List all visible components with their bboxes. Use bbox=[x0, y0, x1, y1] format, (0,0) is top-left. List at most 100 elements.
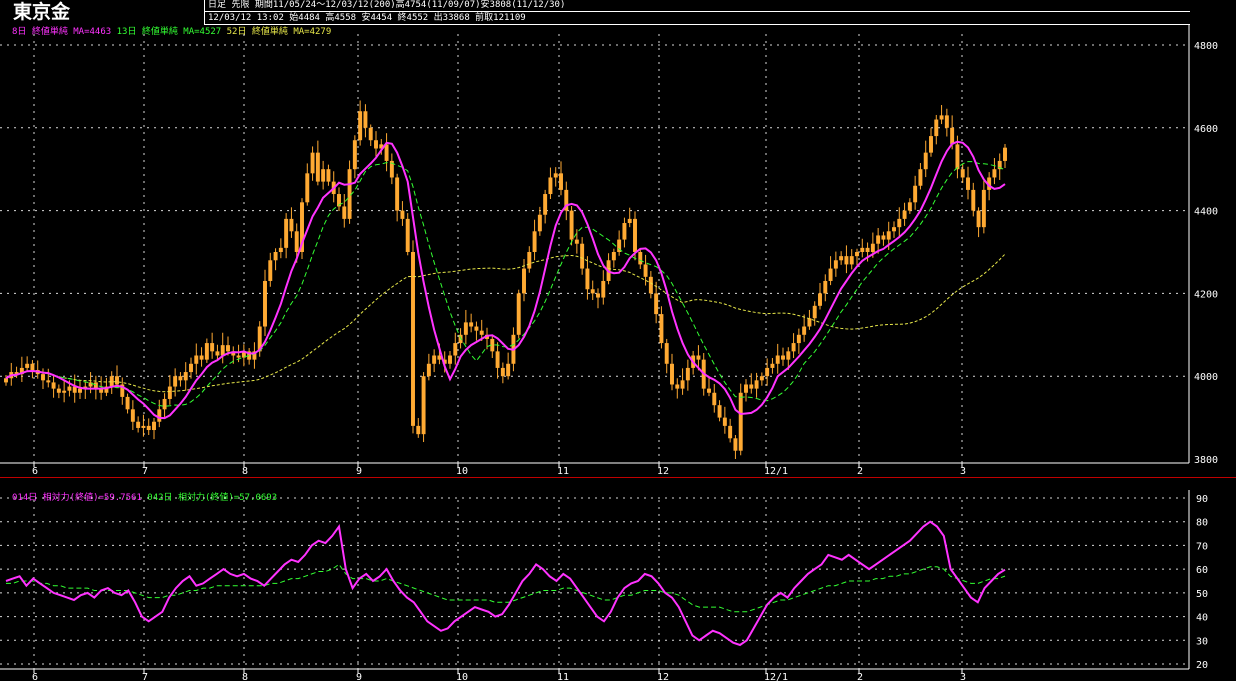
candle-body bbox=[162, 398, 167, 410]
candle-body bbox=[839, 256, 844, 261]
candle-body bbox=[696, 355, 701, 360]
candle-body bbox=[130, 409, 135, 422]
candle-body bbox=[913, 185, 918, 203]
rsi-tick-label: 90 bbox=[1196, 494, 1208, 505]
candle-body bbox=[971, 189, 976, 211]
candle-body bbox=[67, 386, 72, 391]
candle-body bbox=[781, 355, 785, 360]
candle-body bbox=[416, 425, 421, 435]
candle-body bbox=[167, 386, 172, 399]
candle-body bbox=[400, 210, 405, 219]
candle-body bbox=[125, 396, 130, 410]
candle-body bbox=[574, 239, 579, 244]
candle-body bbox=[363, 111, 368, 128]
candle-body bbox=[855, 252, 859, 257]
candle-body bbox=[659, 314, 664, 344]
price-tick-label: 4800 bbox=[1194, 41, 1218, 52]
candle-body bbox=[633, 218, 637, 252]
candle-body bbox=[648, 276, 653, 294]
candle-body bbox=[289, 218, 294, 232]
candle-body bbox=[754, 380, 759, 389]
candle-body bbox=[146, 425, 151, 431]
candle-body bbox=[569, 210, 574, 240]
candle-body bbox=[596, 293, 600, 298]
candle-body bbox=[929, 136, 933, 153]
candle-body bbox=[717, 405, 722, 418]
candle-body bbox=[664, 343, 669, 364]
candle-body bbox=[479, 330, 484, 335]
candle-body bbox=[183, 372, 188, 381]
candle-body bbox=[791, 343, 796, 352]
rsi-x-label: 3 bbox=[960, 672, 966, 681]
candle-body bbox=[865, 247, 870, 252]
candle-body bbox=[707, 388, 711, 393]
candle-body bbox=[601, 280, 606, 298]
rsi-tick-label: 70 bbox=[1196, 541, 1208, 552]
candle-body bbox=[25, 363, 30, 368]
candle-body bbox=[448, 355, 452, 364]
candle-body bbox=[294, 231, 299, 252]
candle-body bbox=[738, 392, 743, 451]
candle-body bbox=[759, 376, 764, 381]
rsi-x-label: 12/1 bbox=[764, 672, 788, 681]
price-tick-label: 4600 bbox=[1194, 124, 1218, 135]
candle-body bbox=[141, 425, 146, 428]
rsi-x-label: 8 bbox=[242, 672, 248, 681]
candle-body bbox=[152, 421, 156, 431]
candle-body bbox=[284, 218, 289, 248]
price-x-label: 10 bbox=[456, 466, 468, 477]
candle-body bbox=[358, 111, 363, 141]
candle-body bbox=[321, 169, 326, 182]
candle-body bbox=[966, 177, 970, 190]
candle-body bbox=[432, 355, 437, 364]
price-x-label: 11 bbox=[557, 466, 569, 477]
candle-body bbox=[643, 264, 648, 277]
candle-body bbox=[405, 218, 410, 252]
candle-body bbox=[823, 280, 828, 294]
candle-body bbox=[886, 231, 891, 240]
price-x-label: 7 bbox=[142, 466, 148, 477]
price-tick-label: 4000 bbox=[1194, 372, 1218, 383]
price-tick-label: 4200 bbox=[1194, 289, 1218, 300]
candle-body bbox=[273, 252, 278, 261]
candle-body bbox=[178, 376, 183, 381]
price-x-label: 3 bbox=[960, 466, 966, 477]
candle-body bbox=[611, 252, 616, 261]
candle-body bbox=[860, 247, 865, 252]
candle-body bbox=[881, 235, 886, 240]
rsi-x-label: 2 bbox=[857, 672, 863, 681]
candle-body bbox=[173, 376, 178, 387]
chart-canvas[interactable]: 3800 4000 4200 4400 4600 4800 20 30 40 50 60 70 80 90… bbox=[0, 0, 1236, 681]
candle-body bbox=[812, 305, 817, 319]
candle-body bbox=[944, 115, 949, 128]
candle-body bbox=[516, 293, 521, 335]
candle-body bbox=[590, 289, 595, 294]
candle-body bbox=[870, 243, 875, 252]
rsi14-line bbox=[5, 520, 1006, 647]
candle-body bbox=[934, 119, 939, 137]
candle-body bbox=[305, 173, 310, 203]
candle-body bbox=[537, 214, 542, 232]
candle-body bbox=[802, 326, 807, 335]
candle-body bbox=[4, 378, 8, 383]
candle-body bbox=[892, 227, 896, 232]
candle-body bbox=[807, 318, 812, 327]
price-x-label: 2 bbox=[857, 466, 863, 477]
candle-body bbox=[675, 384, 680, 389]
candle-body bbox=[580, 243, 585, 269]
price-x-label: 12 bbox=[657, 466, 669, 477]
candle-body bbox=[622, 223, 627, 240]
candle-body bbox=[453, 343, 458, 356]
rsi-tick-label: 50 bbox=[1196, 589, 1208, 600]
candle-body bbox=[78, 388, 82, 393]
candle-body bbox=[527, 252, 532, 269]
candle-body bbox=[670, 363, 674, 385]
candle-body bbox=[585, 268, 590, 290]
candle-body bbox=[765, 367, 770, 377]
candle-body bbox=[796, 334, 801, 344]
candle-body bbox=[950, 127, 955, 145]
candle-body bbox=[500, 367, 505, 377]
candle-body bbox=[236, 355, 241, 358]
candle-body bbox=[728, 425, 733, 439]
candle-body bbox=[226, 345, 230, 352]
